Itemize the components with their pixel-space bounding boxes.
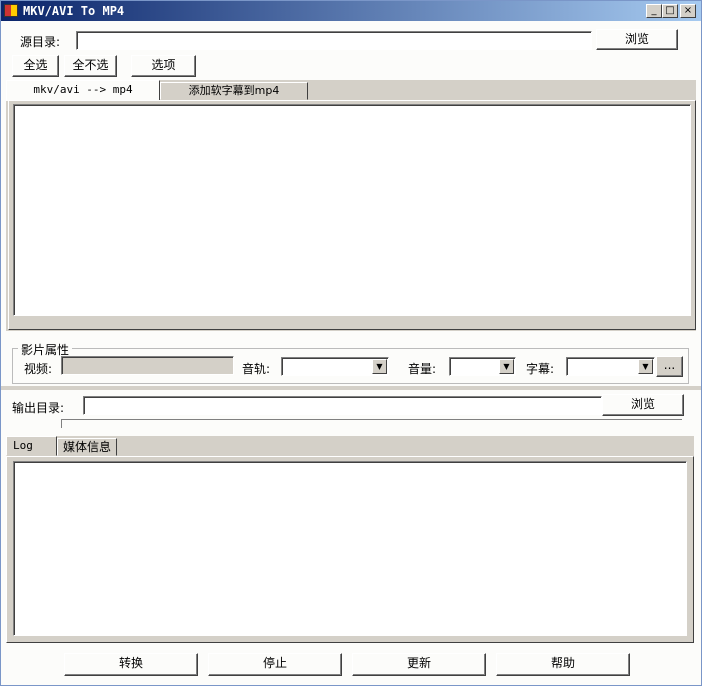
output-label: 输出目录: xyxy=(12,401,65,415)
chevron-down-icon[interactable]: ▼ xyxy=(372,359,387,374)
select-none-button[interactable]: 全不选 xyxy=(64,55,117,77)
tab-log[interactable]: Log xyxy=(6,436,57,456)
select-all-button[interactable]: 全选 xyxy=(12,55,59,77)
source-label: 源目录: xyxy=(20,35,61,49)
volume-select[interactable]: ▼ xyxy=(449,357,516,376)
audio-track-select[interactable]: ▼ xyxy=(281,357,389,376)
source-dir-input[interactable] xyxy=(76,31,592,50)
tab-mkv-avi-to-mp4[interactable]: mkv/avi --> mp4 xyxy=(6,80,160,101)
subtitle-more-button[interactable]: ... xyxy=(656,356,683,377)
tab-media-info[interactable]: 媒体信息 xyxy=(57,438,117,456)
source-browse-button[interactable]: 浏览 xyxy=(596,29,678,50)
close-button[interactable]: × xyxy=(680,4,696,18)
options-button[interactable]: 选项 xyxy=(131,55,196,77)
update-button[interactable]: 更新 xyxy=(352,653,486,676)
convert-button[interactable]: 转换 xyxy=(64,653,198,676)
chevron-down-icon[interactable]: ▼ xyxy=(638,359,653,374)
minimize-button[interactable]: _ xyxy=(646,4,662,18)
tab-add-subtitle[interactable]: 添加软字幕到mp4 xyxy=(160,82,308,100)
progress-bar xyxy=(61,419,682,428)
window-title: MKV/AVI To MP4 xyxy=(23,4,125,18)
maximize-button[interactable]: □ xyxy=(662,4,678,18)
divider xyxy=(1,386,701,390)
chevron-down-icon[interactable]: ▼ xyxy=(499,359,514,374)
title-bar: MKV/AVI To MP4 xyxy=(1,1,701,21)
audio-track-label: 音轨: xyxy=(242,362,271,376)
video-label: 视频: xyxy=(24,362,53,376)
video-field xyxy=(61,356,234,375)
stop-button[interactable]: 停止 xyxy=(208,653,342,676)
app-icon xyxy=(4,4,18,17)
log-textbox[interactable] xyxy=(13,461,687,636)
file-list[interactable] xyxy=(13,104,691,316)
volume-label: 音量: xyxy=(408,362,437,376)
subtitle-select[interactable]: ▼ xyxy=(566,357,655,376)
help-button[interactable]: 帮助 xyxy=(496,653,630,676)
subtitle-label: 字幕: xyxy=(526,362,555,376)
output-browse-button[interactable]: 浏览 xyxy=(602,394,684,416)
output-dir-input[interactable] xyxy=(83,396,602,415)
